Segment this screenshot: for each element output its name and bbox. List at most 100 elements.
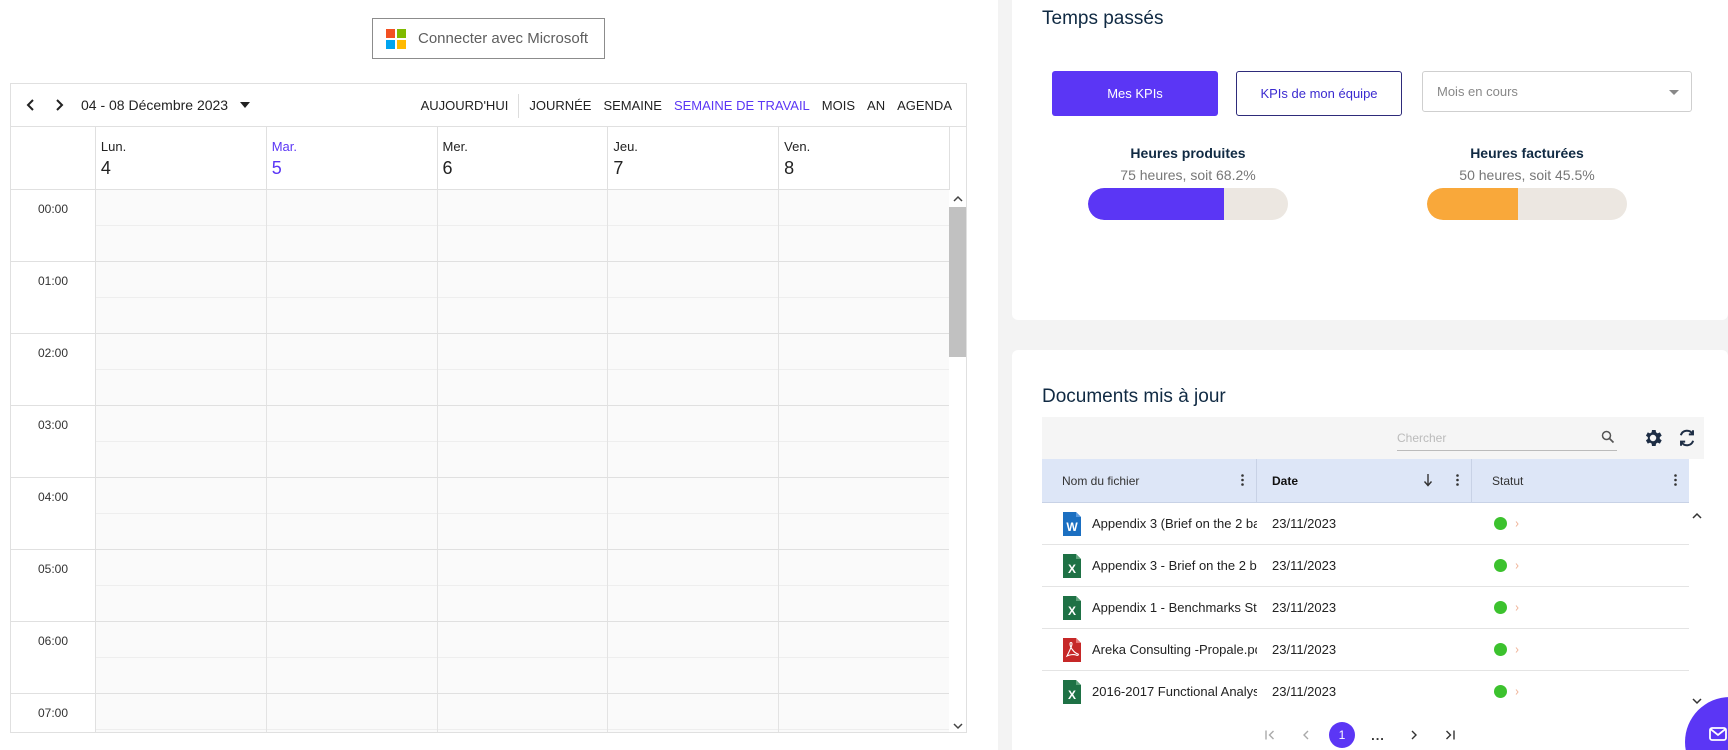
time-slot[interactable] [437, 478, 608, 514]
view-year[interactable]: AN [861, 98, 891, 113]
time-slot[interactable] [267, 226, 437, 262]
time-slot[interactable] [779, 334, 949, 370]
column-menu-icon[interactable] [1674, 474, 1677, 486]
time-slot[interactable] [608, 442, 778, 478]
time-slot[interactable] [438, 370, 608, 406]
time-slot[interactable] [779, 226, 949, 262]
chevron-right-icon[interactable] [1515, 562, 1519, 569]
time-slot[interactable] [267, 442, 437, 478]
time-slot[interactable] [438, 586, 608, 622]
time-slot[interactable] [95, 262, 266, 298]
time-slot[interactable] [266, 622, 437, 658]
scheduler-scrollbar[interactable] [949, 190, 966, 732]
view-agenda[interactable]: AGENDA [891, 98, 958, 113]
day-header-3[interactable]: Jeu. 7 [608, 127, 780, 189]
time-slot[interactable] [608, 514, 778, 550]
gear-icon[interactable] [1642, 427, 1664, 449]
time-slot[interactable] [438, 226, 608, 262]
time-slot[interactable] [438, 514, 608, 550]
time-slot[interactable] [779, 478, 949, 514]
file-name[interactable]: Appendix 1 - Benchmarks St [1092, 600, 1257, 615]
day-header-2[interactable]: Mer. 6 [438, 127, 609, 189]
column-header-name[interactable]: Nom du fichier [1042, 459, 1257, 503]
time-slot[interactable] [437, 622, 608, 658]
time-slot[interactable] [608, 478, 779, 514]
time-slot[interactable] [95, 622, 266, 658]
time-slot[interactable] [266, 478, 437, 514]
time-slot[interactable] [779, 190, 949, 226]
view-week[interactable]: SEMAINE [597, 98, 668, 113]
time-slot[interactable] [267, 658, 437, 694]
day-header-0[interactable]: Lun. 4 [96, 127, 267, 189]
team-kpis-tab[interactable]: KPIs de mon équipe [1236, 71, 1402, 116]
search-icon[interactable] [1601, 430, 1615, 444]
my-kpis-tab[interactable]: Mes KPIs [1052, 71, 1218, 116]
time-slot[interactable] [779, 370, 949, 406]
time-slot[interactable] [608, 406, 779, 442]
page-button-current[interactable]: 1 [1324, 722, 1360, 748]
day-header-4[interactable]: Ven. 8 [779, 127, 950, 189]
time-slot[interactable] [95, 550, 266, 586]
view-work-week[interactable]: SEMAINE DE TRAVAIL [668, 98, 816, 113]
time-slot[interactable] [96, 730, 266, 733]
connect-microsoft-button[interactable]: Connecter avec Microsoft [372, 18, 605, 59]
sort-descending-icon[interactable] [1423, 473, 1433, 487]
time-slot[interactable] [608, 334, 779, 370]
time-slot[interactable] [96, 370, 266, 406]
time-slot[interactable] [438, 298, 608, 334]
time-slot[interactable] [608, 190, 779, 226]
time-slot[interactable] [267, 514, 437, 550]
time-slot[interactable] [608, 298, 778, 334]
prev-page-button[interactable] [1288, 722, 1324, 748]
next-week-button[interactable] [45, 91, 73, 119]
time-slot[interactable] [608, 622, 779, 658]
table-row[interactable]: W Appendix 3 (Brief on the 2 ba 23/11/2023 [1042, 503, 1689, 545]
date-range-picker[interactable]: 04 - 08 Décembre 2023 [81, 97, 251, 113]
time-slot[interactable] [437, 694, 608, 730]
next-page-button[interactable] [1396, 722, 1432, 748]
time-slot[interactable] [266, 262, 437, 298]
time-slot[interactable] [437, 334, 608, 370]
view-today[interactable]: AUJOURD'HUI [415, 98, 515, 113]
time-slot[interactable] [438, 442, 608, 478]
time-slot[interactable] [779, 262, 949, 298]
last-page-button[interactable] [1432, 722, 1468, 748]
chevron-right-icon[interactable] [1515, 520, 1519, 527]
time-slot[interactable] [608, 730, 778, 733]
time-slot[interactable] [779, 622, 949, 658]
time-slot[interactable] [608, 370, 778, 406]
column-header-status[interactable]: Statut [1472, 459, 1689, 503]
time-slot[interactable] [437, 190, 608, 226]
time-slot[interactable] [438, 658, 608, 694]
time-slot[interactable] [779, 586, 949, 622]
time-slot[interactable] [96, 658, 266, 694]
file-name[interactable]: 2016-2017 Functional Analys [1092, 684, 1257, 699]
file-name[interactable]: Appendix 3 - Brief on the 2 b [1092, 558, 1257, 573]
time-slot[interactable] [267, 730, 437, 733]
file-name[interactable]: Appendix 3 (Brief on the 2 ba [1092, 516, 1257, 531]
scroll-up-icon[interactable] [949, 190, 966, 207]
time-slot[interactable] [266, 190, 437, 226]
time-slot[interactable] [267, 586, 437, 622]
time-slot[interactable] [95, 478, 266, 514]
day-header-1[interactable]: Mar. 5 [267, 127, 438, 189]
time-slot[interactable] [267, 298, 437, 334]
file-name[interactable]: Areka Consulting -Propale.pd [1092, 642, 1257, 657]
table-row[interactable]: Areka Consulting -Propale.pd 23/11/2023 [1042, 629, 1689, 671]
search-input[interactable] [1397, 427, 1592, 449]
time-slot[interactable] [779, 298, 949, 334]
table-row[interactable]: X Appendix 3 - Brief on the 2 b 23/11/2023 [1042, 545, 1689, 587]
time-slot[interactable] [779, 730, 949, 733]
grid-scroll-up-icon[interactable] [1690, 509, 1704, 523]
time-slot[interactable] [437, 550, 608, 586]
time-slot[interactable] [608, 694, 779, 730]
time-slot[interactable] [96, 298, 266, 334]
chevron-right-icon[interactable] [1515, 604, 1519, 611]
time-slot[interactable] [95, 190, 266, 226]
time-slot[interactable] [95, 694, 266, 730]
scroll-down-icon[interactable] [949, 717, 966, 732]
time-slot[interactable] [266, 550, 437, 586]
time-slot[interactable] [608, 262, 779, 298]
time-slot[interactable] [267, 370, 437, 406]
time-slot[interactable] [608, 550, 779, 586]
